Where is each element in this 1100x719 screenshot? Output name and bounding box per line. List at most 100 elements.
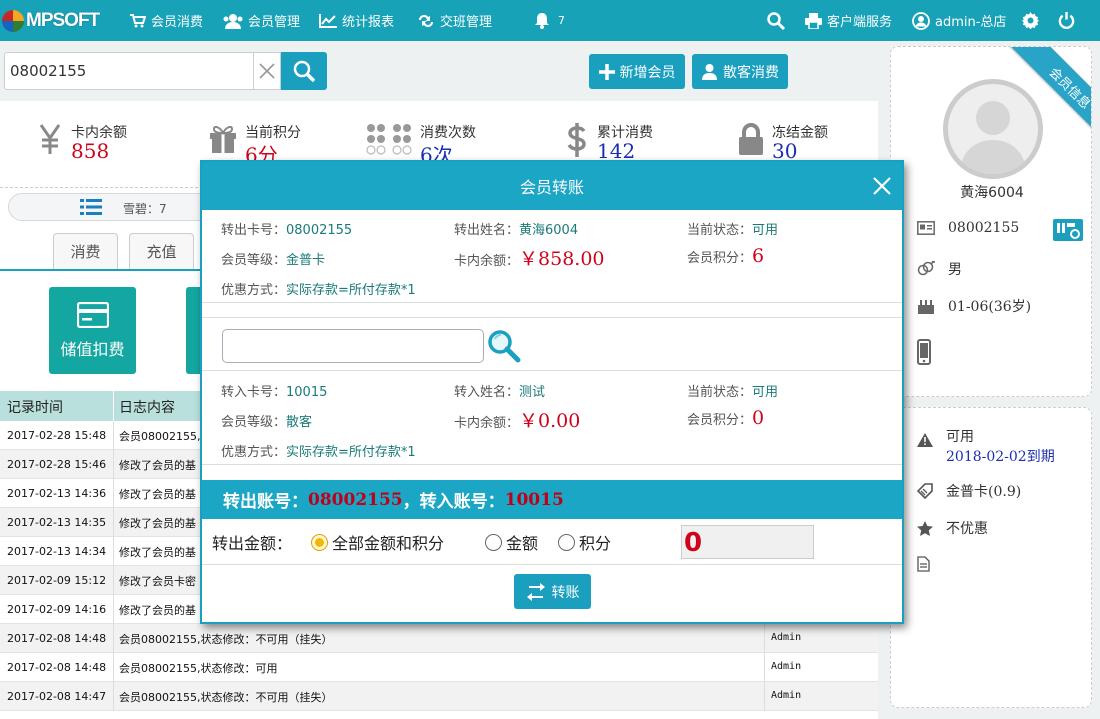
field-label: 优惠方式：	[221, 283, 287, 298]
swap-icon	[419, 14, 433, 27]
brand-logo[interactable]: MPSOFT	[2, 8, 100, 34]
logo-text: MPSOFT	[26, 10, 100, 31]
member-search-button[interactable]	[281, 52, 327, 90]
member-search-input[interactable]	[5, 53, 253, 89]
card-reader-button[interactable]	[1053, 219, 1083, 241]
row-desc: 修改了会员卡密	[119, 575, 196, 588]
row-user: Admin	[771, 690, 802, 701]
from-balance-field: 卡内余额：￥858.00	[454, 244, 605, 271]
col-time: 记录时间	[7, 400, 63, 416]
field-value: 黄海6004	[519, 223, 579, 238]
nav-member-consume[interactable]: 会员消费	[130, 0, 203, 41]
row-time: 2017-02-13 14:34	[7, 545, 107, 558]
search-icon	[767, 11, 785, 30]
row-time: 2017-02-28 15:48	[7, 429, 107, 442]
radio-label: 金额	[506, 534, 539, 553]
dots-grid-icon	[366, 124, 412, 155]
table-row[interactable]: 2017-02-08 14:47 会员08002155,状态修改：不可用（挂失） A…	[0, 682, 878, 711]
clear-search-button[interactable]	[254, 52, 281, 90]
row-desc: 会员08002155,状态修改：不可用（挂失）	[119, 691, 333, 704]
add-member-button[interactable]: 新增会员	[589, 54, 685, 89]
cart-icon	[130, 13, 146, 27]
from-card-field: 转出卡号：08002155	[221, 219, 352, 238]
member-search-wrap	[4, 52, 254, 90]
radio-dot	[311, 533, 328, 551]
field-value: 10015	[286, 385, 328, 400]
row-time: 2017-02-13 14:36	[7, 487, 107, 500]
field-value: ￥858.00	[519, 248, 605, 270]
member-level: 金普卡(0.9)	[946, 484, 1022, 500]
star-icon	[917, 520, 933, 536]
divider	[202, 370, 902, 371]
nav-shift[interactable]: 交班管理	[417, 0, 492, 41]
power-icon	[1058, 12, 1075, 29]
settings-button[interactable]	[1022, 0, 1044, 41]
field-value: ￥0.00	[519, 410, 581, 432]
row-desc: 修改了会员的基	[119, 459, 196, 472]
radio-all-amount-points[interactable]: 全部金额和积分	[311, 530, 444, 554]
to-card-field: 转入卡号：10015	[221, 381, 327, 400]
field-value: 实际存款=所付存款*1	[286, 283, 416, 298]
summary-from-value: 08002155	[308, 489, 403, 510]
nav-label: 会员消费	[151, 15, 204, 30]
member-birthday: 01-06(36岁)	[948, 299, 1032, 315]
field-label: 当前状态：	[687, 223, 753, 238]
field-value: 金普卡	[286, 253, 326, 268]
field-value: 08002155	[286, 223, 353, 238]
transfer-amount-label: 转出金额：	[212, 534, 293, 553]
radio-dot	[558, 533, 575, 551]
button-label: 散客消费	[723, 64, 779, 81]
logout-button[interactable]	[1058, 0, 1080, 41]
target-card-search-input[interactable]	[222, 329, 484, 363]
stored-value-deduct-tile[interactable]: 储值扣费	[49, 287, 136, 374]
tab-consume[interactable]: 消费	[53, 233, 118, 269]
field-label: 转出姓名：	[454, 223, 520, 238]
divider	[202, 302, 902, 303]
col-content: 日志内容	[119, 400, 175, 416]
transfer-amount-value[interactable]: 0	[681, 525, 814, 559]
row-user: Admin	[771, 632, 802, 643]
close-icon[interactable]	[873, 177, 891, 195]
member-note-row	[917, 556, 943, 572]
nav-user-menu[interactable]: admin-总店	[912, 0, 1006, 41]
notification-count: 7	[558, 14, 565, 27]
table-row[interactable]: 2017-02-08 14:48 会员08002155,状态修改：不可用（挂失） A…	[0, 624, 878, 653]
printer-icon	[805, 12, 822, 29]
yen-icon	[39, 124, 61, 154]
gender-icon	[917, 261, 935, 276]
users-icon	[223, 13, 243, 29]
nav-notifications[interactable]: 7	[534, 0, 565, 41]
lock-icon	[739, 123, 763, 155]
divider	[202, 464, 902, 465]
summary-from-label: 转出账号：	[223, 492, 308, 512]
to-balance-field: 卡内余额：￥0.00	[454, 406, 580, 433]
field-label: 优惠方式：	[221, 445, 287, 460]
member-name: 黄海6004	[960, 185, 1024, 201]
transfer-arrows-icon	[526, 582, 545, 601]
ribbon-label: 会员信息	[1045, 64, 1092, 113]
id-card-icon	[917, 221, 935, 235]
table-row[interactable]: 2017-02-08 14:48 会员08002155,状态修改：可用 Admin	[0, 653, 878, 682]
global-search[interactable]	[767, 0, 790, 41]
row-time: 2017-02-08 14:47	[7, 690, 107, 703]
avatar[interactable]	[943, 79, 1043, 179]
transfer-submit-button[interactable]: 转账	[514, 574, 591, 609]
row-time: 2017-02-28 15:46	[7, 458, 107, 471]
row-desc: 会员08002155,状态修改：可用	[119, 662, 278, 675]
mobile-phone-icon	[917, 339, 931, 365]
search-icon[interactable]	[487, 329, 521, 363]
radio-amount[interactable]: 金额	[485, 530, 538, 554]
from-discount-field: 优惠方式：实际存款=所付存款*1	[221, 279, 416, 298]
walk-in-consume-button[interactable]: 散客消费	[692, 54, 788, 89]
nav-client-service[interactable]: 客户端服务	[805, 0, 892, 41]
button-label: 转账	[551, 584, 580, 601]
row-desc: 修改了会员的基	[119, 517, 196, 530]
logo-mark-icon	[2, 10, 24, 32]
radio-points[interactable]: 积分	[558, 530, 611, 554]
nav-member-manage[interactable]: 会员管理	[223, 0, 300, 41]
user-name: admin-总店	[935, 15, 1007, 30]
nav-reports[interactable]: 统计报表	[319, 0, 394, 41]
nav-label: 交班管理	[440, 15, 493, 30]
member-card-number: 08002155	[948, 220, 1020, 236]
tab-recharge[interactable]: 充值	[129, 233, 194, 269]
